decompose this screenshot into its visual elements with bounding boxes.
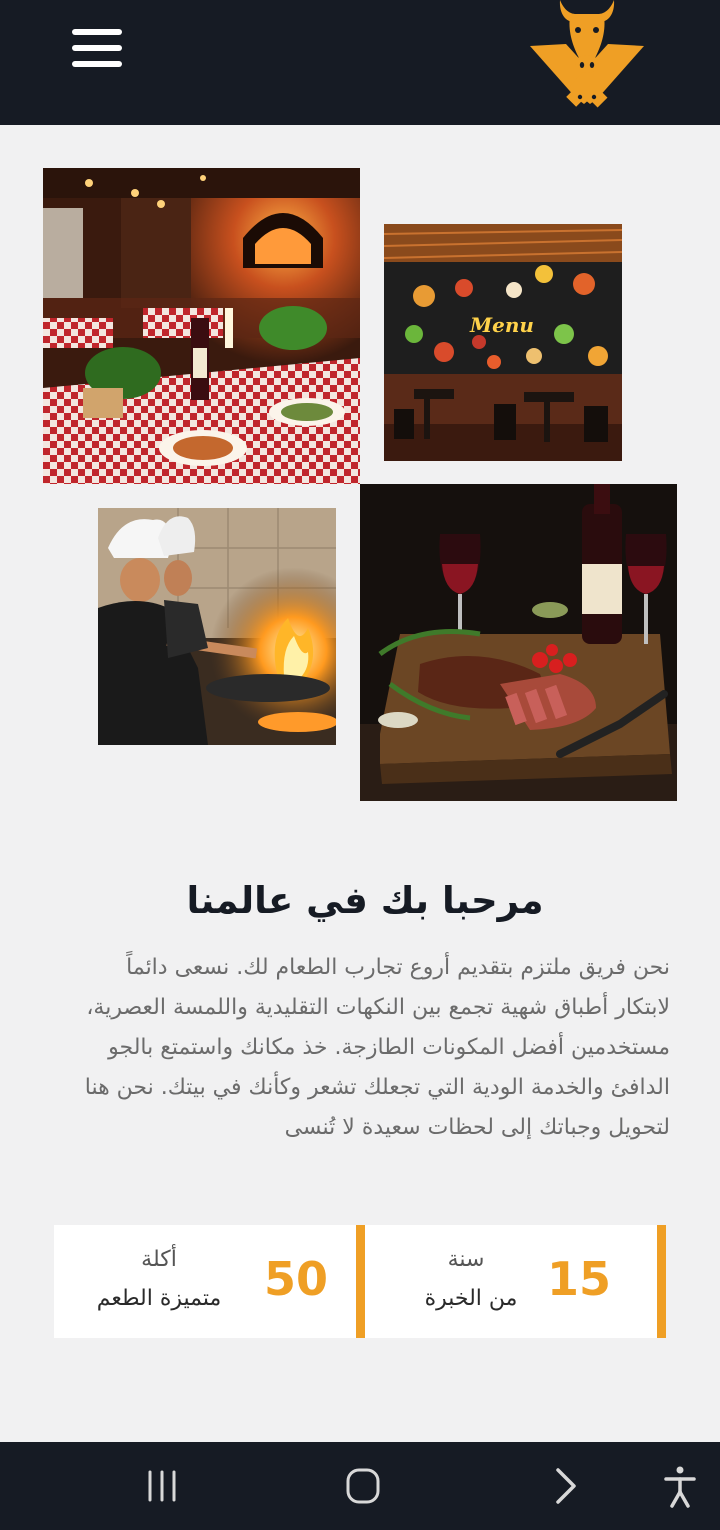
accessibility-icon[interactable] xyxy=(656,1462,704,1510)
stat-label-top: سنة xyxy=(447,1247,485,1272)
stat-number: 15 xyxy=(547,1252,612,1306)
welcome-heading: مرحبا بك في عالمنا xyxy=(186,879,544,922)
system-navigation-bar xyxy=(0,1442,720,1530)
top-navigation-bar xyxy=(0,0,720,125)
stat-accent-bar xyxy=(657,1225,666,1338)
restaurant-interior-photo xyxy=(43,168,360,484)
stat-number: 50 xyxy=(264,1252,329,1306)
about-paragraph: نحن فريق ملتزم بتقديم أروع تجارب الطعام … xyxy=(84,955,670,1140)
steak-wine-photo xyxy=(360,484,677,801)
back-chevron-icon[interactable] xyxy=(542,1462,590,1510)
menu-wall-photo: Menu xyxy=(384,224,622,461)
hamburger-menu-icon[interactable] xyxy=(70,26,124,72)
home-icon[interactable] xyxy=(339,1462,387,1510)
stat-label-bottom: من الخبرة xyxy=(424,1286,518,1311)
stat-card-experience: 15 سنة من الخبرة xyxy=(361,1225,666,1338)
chefs-cooking-photo xyxy=(98,508,336,745)
photo-gallery: Menu xyxy=(0,125,720,825)
bull-head-crossed-cleavers-logo[interactable] xyxy=(526,0,648,110)
stat-label-bottom: متميزة الطعم xyxy=(96,1286,222,1311)
stat-accent-bar xyxy=(356,1225,365,1338)
menu-wall-text: Menu xyxy=(469,313,534,337)
stat-label-top: أكلة xyxy=(141,1247,177,1272)
stat-card-dishes: 50 أكلة متميزة الطعم xyxy=(54,1225,365,1338)
recent-apps-icon[interactable] xyxy=(138,1462,186,1510)
